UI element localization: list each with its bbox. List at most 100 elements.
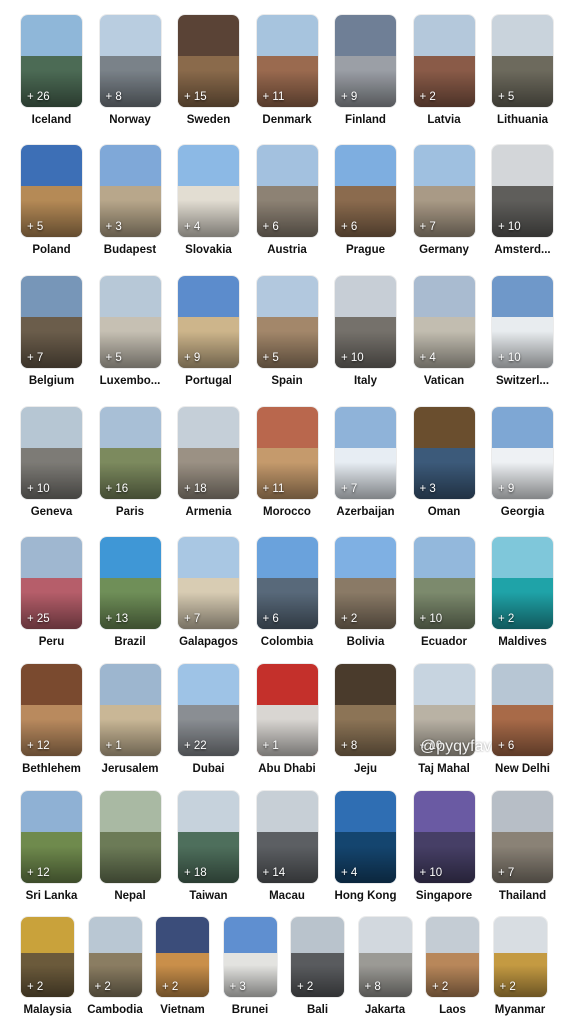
album-thumbnail[interactable]: + 14 bbox=[256, 791, 318, 883]
photo-count-badge: + 2 bbox=[297, 981, 314, 993]
album-thumbnail[interactable]: + 5 bbox=[492, 15, 553, 107]
photo-count-badge: + 5 bbox=[262, 352, 279, 364]
album-thumbnail[interactable]: + 18 bbox=[178, 791, 239, 883]
album-label: Finland bbox=[345, 114, 386, 126]
album-thumbnail[interactable]: + 2 bbox=[493, 917, 547, 997]
album-thumbnail[interactable]: + 9 bbox=[492, 407, 553, 499]
photo-count-badge: + 11 bbox=[262, 91, 285, 103]
photo-count-badge: + 2 bbox=[432, 981, 449, 993]
album-thumbnail[interactable]: + 11 bbox=[256, 407, 318, 499]
album-thumbnail[interactable]: + 10 bbox=[413, 791, 475, 883]
album-label: Prague bbox=[346, 244, 385, 256]
album-thumbnail[interactable]: + 10 bbox=[492, 276, 553, 368]
album-thumbnail[interactable]: + 4 bbox=[413, 276, 475, 368]
album-thumbnail[interactable]: + 1 bbox=[99, 664, 161, 756]
album-thumbnail[interactable]: + 13 bbox=[99, 537, 161, 629]
photo-count-badge: + 1 bbox=[262, 740, 279, 752]
album-thumbnail[interactable]: + 5 bbox=[99, 276, 161, 368]
album-label: Latvia bbox=[427, 114, 461, 126]
photo-count-badge: + 2 bbox=[419, 91, 436, 103]
album-thumbnail[interactable]: + 7 bbox=[413, 145, 475, 237]
album-thumbnail[interactable]: + 6 bbox=[256, 537, 318, 629]
photo-count-badge: + 5 bbox=[105, 352, 122, 364]
album-thumbnail[interactable]: + 2 bbox=[426, 917, 479, 997]
album-thumbnail[interactable]: + 12 bbox=[21, 791, 82, 883]
album-thumbnail[interactable]: + 4 bbox=[335, 791, 396, 883]
album-label: Nepal bbox=[114, 890, 146, 902]
album-thumbnail[interactable]: + 10 bbox=[335, 276, 396, 368]
photo-count-badge: + 3 bbox=[419, 483, 436, 495]
album-thumbnail[interactable]: + 7 bbox=[178, 537, 239, 629]
album-thumbnail[interactable]: + 22 bbox=[178, 664, 239, 756]
photo-count-badge: + 4 bbox=[184, 221, 201, 233]
album-thumbnail[interactable]: + 12 bbox=[21, 664, 82, 756]
album-thumbnail[interactable]: + 3 bbox=[413, 407, 475, 499]
album-label: Vietnam bbox=[160, 1004, 205, 1016]
album-thumbnail[interactable]: + 15 bbox=[178, 15, 239, 107]
album-label: Slovakia bbox=[185, 244, 232, 256]
album-thumbnail[interactable]: + 2 bbox=[291, 917, 344, 997]
photo-count-badge: + 2 bbox=[499, 981, 516, 993]
album-thumbnail[interactable]: + 10 bbox=[413, 537, 475, 629]
photo-count-badge: + 7 bbox=[184, 613, 201, 625]
album-thumbnail[interactable]: + 7 bbox=[21, 276, 82, 368]
album-thumbnail[interactable]: + 11 bbox=[256, 15, 318, 107]
album-thumbnail[interactable]: + 2 bbox=[21, 917, 74, 997]
photo-count-badge: + 3 bbox=[229, 981, 246, 993]
photo-count-badge: + 9 bbox=[341, 91, 358, 103]
album-thumbnail[interactable] bbox=[99, 791, 161, 883]
album-thumbnail[interactable]: + 1 bbox=[256, 664, 318, 756]
album-label: Italy bbox=[353, 375, 377, 387]
photo-count-badge: + 10 bbox=[27, 483, 50, 495]
photo-count-badge: + 10 bbox=[419, 613, 443, 625]
album-thumbnail[interactable]: + 6 bbox=[492, 664, 553, 756]
album-label: Norway bbox=[109, 114, 151, 126]
album-label: Brunei bbox=[231, 1004, 269, 1016]
album-thumbnail[interactable]: + 2 bbox=[88, 917, 142, 997]
album-label: Jerusalem bbox=[101, 763, 159, 775]
album-thumbnail[interactable]: + 8 bbox=[335, 664, 396, 756]
photo-count-badge: + 9 bbox=[498, 483, 515, 495]
album-label: Budapest bbox=[103, 244, 157, 256]
album-thumbnail[interactable]: + 10 bbox=[21, 407, 82, 499]
album-label: Amsterd... bbox=[494, 244, 551, 256]
album-thumbnail[interactable]: + 16 bbox=[99, 407, 161, 499]
album-thumbnail[interactable]: + 2 bbox=[335, 537, 396, 629]
album-thumbnail[interactable]: + 10 bbox=[492, 145, 553, 237]
photo-count-badge: + 2 bbox=[498, 613, 515, 625]
album-thumbnail[interactable]: + 3 bbox=[223, 917, 277, 997]
album-thumbnail[interactable]: + 8 bbox=[358, 917, 412, 997]
album-thumbnail[interactable]: + 6 bbox=[335, 145, 396, 237]
album-thumbnail[interactable]: + 5 bbox=[21, 145, 82, 237]
album-thumbnail[interactable]: + 2 bbox=[413, 15, 475, 107]
photo-count-badge: + 10 bbox=[419, 867, 443, 879]
album-label: Bolivia bbox=[346, 636, 385, 648]
album-thumbnail[interactable]: + 7 bbox=[492, 791, 553, 883]
album-thumbnail[interactable]: + 9 bbox=[335, 15, 396, 107]
album-thumbnail[interactable]: + 25 bbox=[21, 537, 82, 629]
album-thumbnail[interactable]: + 2 bbox=[492, 537, 553, 629]
album-label: Spain bbox=[271, 375, 303, 387]
photo-count-badge: + 7 bbox=[498, 867, 515, 879]
album-thumbnail[interactable]: + 26 bbox=[21, 15, 82, 107]
album-thumbnail[interactable]: + 2 bbox=[156, 917, 209, 997]
album-thumbnail[interactable]: + 8 bbox=[99, 15, 161, 107]
album-label: Paris bbox=[115, 506, 145, 518]
album-thumbnail[interactable]: + 7 bbox=[335, 407, 396, 499]
album-thumbnail[interactable]: + 9 bbox=[178, 276, 239, 368]
album-label: Taiwan bbox=[189, 890, 228, 902]
album-thumbnail[interactable]: + 6 bbox=[256, 145, 318, 237]
photo-count-badge: + 18 bbox=[184, 483, 207, 495]
photo-count-badge: + 5 bbox=[27, 221, 44, 233]
album-thumbnail[interactable]: + 3 bbox=[99, 145, 161, 237]
photo-count-badge: + 7 bbox=[27, 352, 44, 364]
photo-count-badge: + 7 bbox=[341, 483, 358, 495]
photo-count-badge: + 8 bbox=[105, 91, 122, 103]
album-thumbnail[interactable]: + 5 bbox=[256, 276, 318, 368]
photo-count-badge: + 3 bbox=[105, 221, 122, 233]
album-label: Peru bbox=[38, 636, 65, 648]
album-thumbnail[interactable]: + 4 bbox=[178, 145, 239, 237]
album-label: Dubai bbox=[192, 763, 225, 775]
album-thumbnail[interactable]: + 18 bbox=[178, 407, 239, 499]
photo-count-badge: + 10 bbox=[341, 352, 364, 364]
